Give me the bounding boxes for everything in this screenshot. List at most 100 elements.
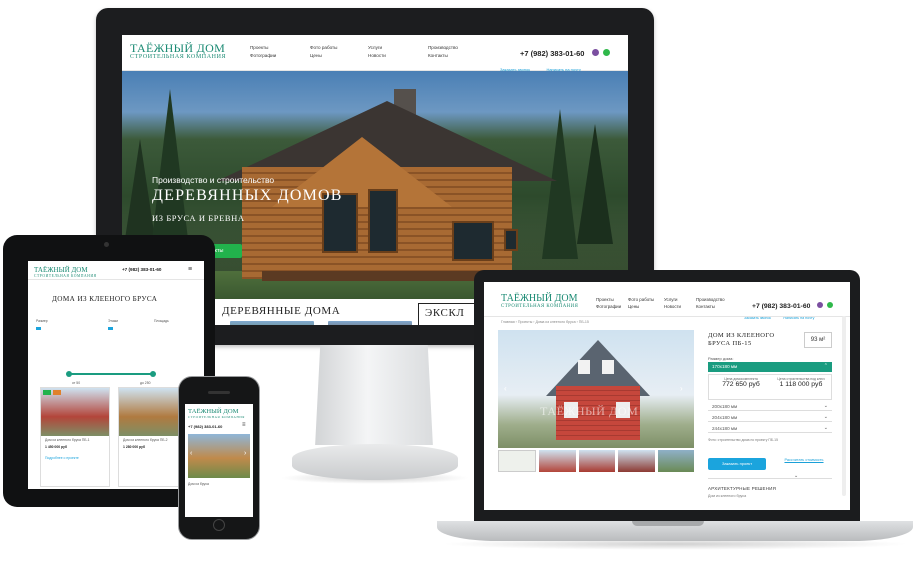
filter-area[interactable]: Площадь bbox=[154, 319, 169, 324]
nav-news[interactable]: Новости bbox=[664, 303, 681, 310]
menu-icon[interactable]: ≡ bbox=[242, 422, 246, 428]
chevron-down-icon[interactable]: ⌄ bbox=[794, 473, 798, 479]
chevron-right-icon[interactable]: › bbox=[680, 384, 683, 393]
project-card[interactable]: Дом из клееного бруса ПБ-1 1 450 000 руб… bbox=[40, 387, 110, 487]
size-selected[interactable]: 170х180 мм ⌃ bbox=[708, 362, 832, 372]
size-selected-label: 170х180 мм bbox=[712, 364, 738, 369]
filter-checkbox[interactable] bbox=[108, 327, 113, 330]
project-card-price: 1 280 000 руб bbox=[123, 445, 146, 449]
photo-thumbnail[interactable] bbox=[578, 450, 616, 472]
nav-services[interactable]: Услуги bbox=[368, 44, 386, 52]
desktop-logo[interactable]: ТАЁЖНЫЙ ДОМ СТРОИТЕЛЬНАЯ КОМПАНИЯ bbox=[130, 42, 226, 60]
chevron-down-icon: ⌄ bbox=[823, 414, 828, 420]
nav-services[interactable]: Услуги bbox=[664, 296, 681, 303]
photo-thumbnail[interactable] bbox=[539, 450, 576, 472]
laptop-logo[interactable]: ТАЁЖНЫЙ ДОМ СТРОИТЕЛЬНАЯ КОМПАНИЯ bbox=[501, 294, 578, 310]
catalog-title: ДЕРЕВЯННЫЕ ДОМА bbox=[222, 305, 341, 317]
price-kit-value: 772 650 руб bbox=[722, 381, 760, 388]
catalog-thumb[interactable] bbox=[230, 321, 314, 325]
catalog-thumb[interactable] bbox=[328, 321, 412, 325]
plan-thumbnail[interactable] bbox=[498, 450, 537, 472]
nav-projects[interactable]: Проекты bbox=[250, 44, 276, 52]
monitor-stand bbox=[315, 345, 433, 445]
nav-production[interactable]: Производство bbox=[428, 44, 458, 52]
filter-size[interactable]: Размер bbox=[36, 319, 48, 324]
laptop-screen: ТАЁЖНЫЙ ДОМ СТРОИТЕЛЬНАЯ КОМПАНИЯ Проект… bbox=[484, 282, 850, 510]
tablet-phone[interactable]: +7 (982) 383-01-60 bbox=[122, 267, 161, 272]
filter-checkbox[interactable] bbox=[36, 327, 41, 330]
tablet-page-title: ДОМА ИЗ КЛЕЕНОГО БРУСА bbox=[52, 295, 158, 303]
scrollbar[interactable] bbox=[842, 316, 846, 496]
slider-handle[interactable] bbox=[66, 371, 72, 377]
hero-subtitle: Производство и строительство bbox=[152, 175, 275, 185]
chevron-right-icon[interactable]: › bbox=[244, 450, 246, 457]
area-badge: 93 м² bbox=[804, 332, 832, 348]
logo-tagline: СТРОИТЕЛЬНАЯ КОМПАНИЯ bbox=[130, 54, 227, 60]
nav-contacts[interactable]: Контакты bbox=[696, 303, 725, 310]
nav-prices[interactable]: Цены bbox=[628, 303, 654, 310]
laptop-nav-column-3: Услуги Новости bbox=[664, 296, 681, 310]
monitor-base bbox=[292, 444, 458, 480]
bottom-heading: АРХИТЕКТУРНЫЕ РЕШЕНИЯ bbox=[708, 486, 777, 491]
nav-photos[interactable]: Фотографии bbox=[250, 52, 276, 60]
chevron-left-icon[interactable]: ‹ bbox=[190, 450, 192, 457]
laptop-nav-column-2: Фото работы Цены bbox=[628, 296, 654, 310]
viber-icon[interactable] bbox=[816, 302, 823, 308]
size-option[interactable]: 244х180 мм ⌄ bbox=[708, 424, 832, 433]
whatsapp-icon[interactable] bbox=[827, 302, 834, 308]
range-to[interactable]: до 250 bbox=[140, 381, 150, 386]
range-from[interactable]: от 50 bbox=[72, 381, 80, 386]
phone-number[interactable]: +7 (982) 383-01-60 bbox=[520, 49, 584, 58]
project-card-image bbox=[41, 388, 109, 436]
chevron-up-icon: ⌃ bbox=[823, 363, 828, 369]
hero-title: ДЕРЕВЯННЫХ ДОМОВ bbox=[152, 187, 343, 204]
chevron-down-icon: ⌄ bbox=[823, 403, 828, 409]
calculate-cost-link[interactable]: Рассчитать стоимость bbox=[784, 458, 824, 462]
area-range-slider[interactable] bbox=[68, 373, 154, 375]
nav-prices[interactable]: Цены bbox=[310, 52, 337, 60]
phone-speaker bbox=[208, 391, 230, 394]
whatsapp-icon[interactable] bbox=[603, 49, 611, 56]
phone-screen: ТАЁЖНЫЙ ДОМ СТРОИТЕЛЬНАЯ КОМПАНИЯ +7 (98… bbox=[185, 404, 253, 517]
tablet-logo[interactable]: ТАЁЖНЫЙ ДОМ СТРОИТЕЛЬНАЯ КОМПАНИЯ bbox=[34, 267, 97, 279]
size-option-label: 244х180 мм bbox=[712, 426, 738, 431]
photo-caption: Фото: строительство дома по проекту ПБ-1… bbox=[708, 438, 778, 442]
nav-projects[interactable]: Проекты bbox=[596, 296, 621, 303]
menu-icon[interactable]: ≡ bbox=[188, 266, 192, 273]
nav-production[interactable]: Производство bbox=[696, 296, 725, 303]
nav-news[interactable]: Новости bbox=[368, 52, 386, 60]
tablet-camera bbox=[104, 242, 109, 247]
nav-photos[interactable]: Фотографии bbox=[596, 303, 621, 310]
slider-handle[interactable] bbox=[150, 371, 156, 377]
photo-thumbnail[interactable] bbox=[657, 450, 695, 472]
laptop-device: ТАЁЖНЫЙ ДОМ СТРОИТЕЛЬНАЯ КОМПАНИЯ Проект… bbox=[474, 270, 860, 522]
nav-contacts[interactable]: Контакты bbox=[428, 52, 458, 60]
breadcrumb[interactable]: Главная › Проекты › Дома из клееного бру… bbox=[501, 320, 589, 324]
product-photo[interactable]: ТАЁЖНЫЙ ДОМ ‹ › bbox=[498, 330, 694, 448]
size-option[interactable]: 204х180 мм ⌄ bbox=[708, 413, 832, 422]
viber-icon[interactable] bbox=[591, 49, 599, 56]
price-kit: Цена домокомплекта 772 650 руб bbox=[713, 377, 769, 388]
product-title: ДОМ ИЗ КЛЕЕНОГО БРУСА ПБ-15 bbox=[708, 332, 774, 348]
thumbnail-strip bbox=[498, 450, 695, 472]
desktop-header: ТАЁЖНЫЙ ДОМ СТРОИТЕЛЬНАЯ КОМПАНИЯ Проект… bbox=[122, 35, 628, 72]
laptop-nav-column-1: Проекты Фотографии bbox=[596, 296, 621, 310]
laptop-header-links: Заказать звонок Написать на почту bbox=[744, 306, 814, 324]
photo-thumbnail[interactable] bbox=[618, 450, 655, 472]
order-project-button[interactable]: Заказать проект bbox=[708, 458, 766, 470]
logo-tagline: СТРОИТЕЛЬНАЯ КОМПАНИЯ bbox=[34, 274, 97, 278]
nav-works[interactable]: Фото работы bbox=[310, 44, 337, 52]
nav-works[interactable]: Фото работы bbox=[628, 296, 654, 303]
size-label: Размер дома: bbox=[708, 356, 734, 361]
logo-title: ТАЁЖНЫЙ ДОМ bbox=[188, 408, 239, 415]
filter-floors[interactable]: Этажи bbox=[108, 319, 118, 324]
size-option[interactable]: 200х180 мм ⌄ bbox=[708, 402, 832, 411]
phone-hero-image[interactable]: ‹ › bbox=[188, 434, 250, 478]
price-turnkey-value: 1 118 000 руб bbox=[779, 381, 823, 388]
phone-logo[interactable]: ТАЁЖНЫЙ ДОМ СТРОИТЕЛЬНАЯ КОМПАНИЯ bbox=[188, 408, 245, 419]
chevron-left-icon[interactable]: ‹ bbox=[504, 384, 507, 393]
phone-number[interactable]: +7 (982) 383-01-60 bbox=[188, 424, 222, 429]
home-button[interactable] bbox=[213, 519, 225, 531]
size-option-label: 200х180 мм bbox=[712, 404, 738, 409]
project-card-link[interactable]: Подробнее о проекте bbox=[41, 450, 109, 467]
